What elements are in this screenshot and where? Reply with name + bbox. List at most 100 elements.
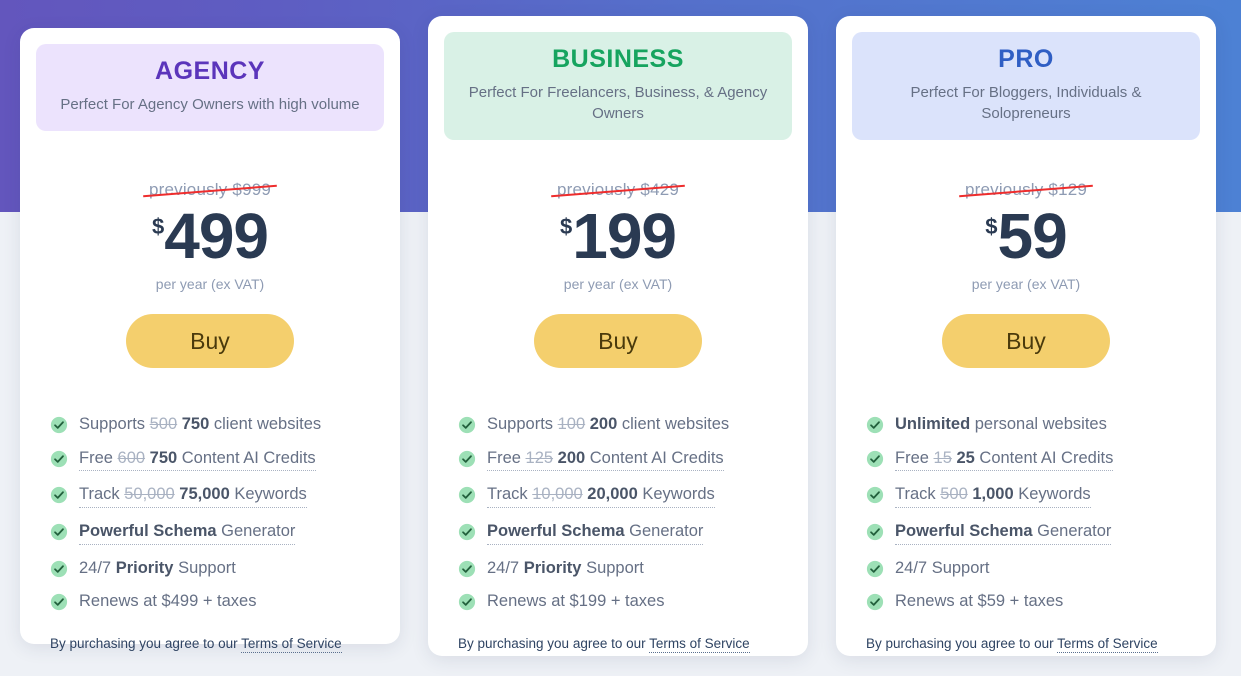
feature-new-value: 200 xyxy=(557,448,586,467)
buy-button-pro[interactable]: Buy xyxy=(942,314,1110,368)
feature-item: Powerful Schema Generator xyxy=(50,521,376,545)
feature-text: 24/7 Priority Support xyxy=(79,558,236,579)
feature-suffix: client websites xyxy=(209,415,322,433)
terms-line-agency: By purchasing you agree to our Terms of … xyxy=(50,636,380,653)
check-circle-icon xyxy=(458,523,476,540)
check-circle-icon xyxy=(866,484,895,504)
feature-new-value: Powerful Schema xyxy=(895,521,1033,540)
feature-old-value: 100 xyxy=(557,415,586,433)
check-circle-icon xyxy=(458,558,487,578)
terms-prefix: By purchasing you agree to our xyxy=(866,636,1058,651)
terms-of-service-link[interactable]: Terms of Service xyxy=(241,636,342,653)
feature-new-value: 75,000 xyxy=(179,485,230,504)
check-circle-icon xyxy=(50,484,79,504)
pricing-card-pro[interactable]: PRO Perfect For Bloggers, Individuals & … xyxy=(836,16,1216,656)
previous-price-text: previously $129 xyxy=(964,180,1088,199)
feature-text: 24/7 Support xyxy=(895,558,990,579)
feature-text: Free 15 25 Content AI Credits xyxy=(895,448,1114,472)
check-circle-icon xyxy=(50,594,68,611)
feature-suffix: Generator xyxy=(624,521,704,540)
feature-text: Renews at $499 + taxes xyxy=(79,591,257,612)
feature-item: 24/7 Support xyxy=(866,558,1192,579)
currency-symbol: $ xyxy=(151,214,165,239)
check-circle-icon xyxy=(50,558,79,578)
plan-tagline-agency: Perfect For Agency Owners with high volu… xyxy=(60,95,360,113)
feature-prefix: Track xyxy=(79,485,125,504)
plan-tagline-pro: Perfect For Bloggers, Individuals & Solo… xyxy=(910,83,1142,122)
feature-list-business: Supports 100 200 client websites Free 125… xyxy=(458,414,784,625)
feature-item: Powerful Schema Generator xyxy=(458,521,784,545)
feature-suffix: Content AI Credits xyxy=(974,448,1114,467)
buy-button-business[interactable]: Buy xyxy=(534,314,702,368)
check-circle-icon xyxy=(458,484,487,504)
terms-prefix: By purchasing you agree to our xyxy=(50,636,242,651)
check-circle-icon xyxy=(458,521,487,541)
check-circle-icon xyxy=(50,560,68,577)
feature-suffix: Keywords xyxy=(1013,485,1091,504)
plan-header-agency: AGENCY Perfect For Agency Owners with hi… xyxy=(36,44,384,131)
feature-suffix: Content AI Credits xyxy=(585,448,724,467)
feature-new-value: 25 xyxy=(956,448,975,467)
terms-of-service-link[interactable]: Terms of Service xyxy=(649,636,750,653)
feature-text: Free 600 750 Content AI Credits xyxy=(79,448,316,472)
billing-period-agency: per year (ex VAT) xyxy=(155,276,265,292)
pricing-card-agency[interactable]: AGENCY Perfect For Agency Owners with hi… xyxy=(20,28,400,653)
feature-text: Powerful Schema Generator xyxy=(79,521,296,545)
feature-prefix: 24/7 xyxy=(79,558,116,577)
feature-text: Unlimited personal websites xyxy=(895,414,1107,435)
feature-item: Renews at $59 + taxes xyxy=(866,591,1192,612)
buy-button-agency[interactable]: Buy xyxy=(126,314,294,368)
feature-old-value: 50,000 xyxy=(124,485,175,504)
price-block-business: previously $429 $199 per year (ex VAT) B… xyxy=(428,180,808,368)
feature-item: Free 125 200 Content AI Credits xyxy=(458,448,784,472)
check-circle-icon xyxy=(866,416,884,434)
feature-text: Track 50,000 75,000 Keywords xyxy=(79,484,307,508)
terms-of-service-link[interactable]: Terms of Service xyxy=(1057,636,1158,653)
currency-symbol: $ xyxy=(559,214,573,239)
feature-prefix: Renews at $59 + taxes xyxy=(895,592,1064,611)
current-price-agency: $499 xyxy=(20,204,400,268)
check-circle-icon xyxy=(866,591,895,611)
feature-suffix: personal websites xyxy=(970,415,1107,433)
check-circle-icon xyxy=(50,591,79,611)
feature-new-value: 750 xyxy=(181,415,210,433)
feature-new-value: Unlimited xyxy=(895,415,971,433)
feature-old-value: 500 xyxy=(940,485,968,504)
feature-prefix: Supports xyxy=(487,415,558,433)
feature-old-value: 15 xyxy=(933,448,952,467)
feature-new-value: Powerful Schema xyxy=(79,521,217,540)
feature-new-value: Powerful Schema xyxy=(487,521,625,540)
feature-prefix: 24/7 xyxy=(487,558,524,577)
pricing-card-business[interactable]: BUSINESS Perfect For Freelancers, Busine… xyxy=(428,16,808,656)
feature-prefix: Supports xyxy=(79,415,150,433)
feature-text: Supports 100 200 client websites xyxy=(487,414,729,435)
check-circle-icon xyxy=(866,521,895,541)
check-circle-icon xyxy=(50,487,68,504)
billing-period-pro: per year (ex VAT) xyxy=(971,276,1081,292)
feature-list-agency: Supports 500 750 client websites Free 600… xyxy=(50,414,376,625)
feature-item: Supports 500 750 client websites xyxy=(50,414,376,435)
previous-price-pro: previously $129 xyxy=(959,180,1093,200)
feature-suffix: client websites xyxy=(617,415,730,433)
plan-header-business: BUSINESS Perfect For Freelancers, Busine… xyxy=(444,32,792,140)
check-circle-icon xyxy=(866,594,884,611)
feature-new-value: Priority xyxy=(115,558,174,577)
feature-new-value: 1,000 xyxy=(972,485,1014,504)
feature-item: Renews at $499 + taxes xyxy=(50,591,376,612)
feature-suffix: Support xyxy=(173,558,236,577)
check-circle-icon xyxy=(458,416,476,434)
price-amount: 199 xyxy=(572,200,677,272)
feature-text: Renews at $59 + taxes xyxy=(895,591,1063,612)
feature-text: Renews at $199 + taxes xyxy=(487,591,665,612)
check-circle-icon xyxy=(866,560,884,577)
feature-new-value: Priority xyxy=(523,558,582,577)
feature-suffix: Keywords xyxy=(229,485,307,504)
check-circle-icon xyxy=(866,487,884,504)
feature-suffix: Generator xyxy=(1032,521,1112,540)
feature-prefix: Track xyxy=(895,485,941,504)
feature-text: Track 500 1,000 Keywords xyxy=(895,484,1091,508)
terms-line-business: By purchasing you agree to our Terms of … xyxy=(458,636,788,653)
feature-item: Track 50,000 75,000 Keywords xyxy=(50,484,376,508)
check-circle-icon xyxy=(866,450,884,467)
price-amount: 499 xyxy=(164,200,269,272)
